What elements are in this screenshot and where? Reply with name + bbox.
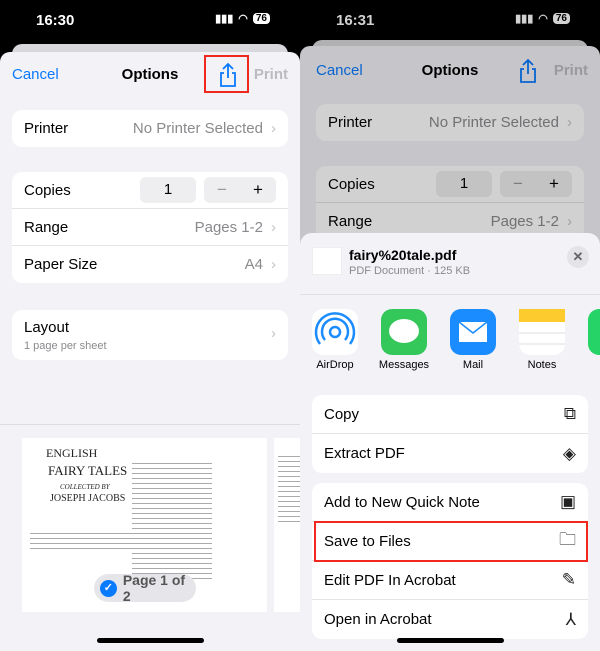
status-bar: 16:30 ▮▮▮ ◠ 76 [0, 12, 300, 32]
signal-icon: ▮▮▮ [215, 13, 234, 25]
range-row[interactable]: Range Pages 1-2 › [12, 209, 288, 246]
share-sheet: fairy%20tale.pdf PDF Document · 125 KB ✕… [300, 233, 600, 651]
chevron-right-icon: › [271, 218, 276, 236]
minus-button[interactable]: − [204, 177, 240, 203]
extract-pdf-action[interactable]: Extract PDF ◈ [312, 434, 588, 473]
preview-text: COLLECTED BY [60, 483, 110, 491]
plus-button[interactable]: + [240, 177, 276, 203]
action-label: Open in Acrobat [324, 611, 432, 628]
copies-input[interactable]: 1 [140, 177, 196, 203]
paper-size-label: Paper Size [24, 256, 98, 273]
home-indicator [97, 638, 204, 643]
highlight-box [314, 521, 588, 562]
w-app-icon[interactable] [588, 309, 600, 355]
wifi-icon: ◠ [238, 13, 248, 25]
layout-row[interactable]: Layout 1 page per sheet › [12, 310, 288, 360]
chevron-right-icon: › [271, 325, 276, 342]
app-label: W [576, 359, 600, 371]
edit-pdf-in-acrobat-action[interactable]: Edit PDF In Acrobat ✎ [312, 561, 588, 600]
actions-group-1: Copy ⧉ Extract PDF ◈ [312, 395, 588, 473]
printer-value: No Printer Selected [132, 120, 263, 137]
acrobat-icon: ⅄ [565, 609, 576, 629]
battery-icon: 76 [252, 13, 270, 24]
home-indicator [397, 638, 504, 643]
copy-action[interactable]: Copy ⧉ [312, 395, 588, 434]
print-settings-card: Copies 1− + Range Pages 1-2 › Paper Size A4 › [12, 172, 288, 283]
range-label: Range [24, 218, 69, 236]
share-sheet-screen: 16:31 ▮▮▮ ◠ 76 Cancel Options Print Printe… [300, 0, 600, 651]
file-meta: PDF Document · 125 KB [349, 265, 471, 277]
app-label: AirDrop [316, 359, 354, 371]
copies-row: Copies 1− + [12, 172, 288, 209]
action-label: Add to New Quick Note [324, 493, 480, 511]
quick-note-icon: ▣ [559, 492, 576, 511]
page-badge-label: Page 1 of 2 [122, 572, 186, 604]
printer-label: Printer [24, 120, 69, 137]
preview-text: FAIRY TALES [48, 463, 128, 478]
edit-icon: ✎ [561, 570, 576, 589]
action-label: Extract PDF [324, 445, 405, 462]
layers-icon: ◈ [562, 443, 576, 463]
airdrop-app-icon[interactable] [312, 309, 358, 355]
messages-app-icon[interactable] [381, 309, 427, 355]
file-name: fairy%20tale.pdf [349, 247, 457, 263]
layout-sub: 1 page per sheet [24, 340, 107, 352]
app-label: Messages [378, 359, 430, 371]
range-value: Pages 1-2 [194, 218, 263, 236]
paper-size-value: A4 [244, 256, 263, 273]
checkmark-icon: ✓ [100, 579, 117, 597]
app-label: Mail [462, 359, 484, 371]
chevron-right-icon: › [271, 120, 276, 137]
highlight-box [204, 55, 249, 93]
action-label: Edit PDF In Acrobat [324, 571, 456, 589]
page-preview-2[interactable] [274, 438, 300, 612]
preview-text: ENGLISH [46, 446, 98, 460]
paper-size-row[interactable]: Paper Size A4 › [12, 246, 288, 283]
print-button[interactable]: Print [254, 66, 288, 83]
chevron-right-icon: › [271, 256, 276, 273]
action-label: Copy [324, 405, 360, 423]
open-in-acrobat-action[interactable]: Open in Acrobat ⅄ [312, 600, 588, 639]
print-options-screen: 16:30 ▮▮▮ ◠ 76 Cancel Options Print Printe… [0, 0, 300, 651]
copies-stepper[interactable]: − + [204, 177, 276, 203]
copies-label: Copies [24, 181, 71, 199]
file-thumbnail [312, 247, 342, 275]
page-badge: ✓ Page 1 of 2 [94, 572, 196, 604]
copy-icon: ⧉ [563, 404, 576, 423]
print-options-sheet: Cancel Options Print Printer No Printer S… [0, 52, 300, 651]
mail-app-icon[interactable] [450, 309, 496, 355]
layout-label: Layout [24, 319, 70, 336]
clock: 16:30 [36, 12, 75, 29]
printer-card[interactable]: Printer No Printer Selected › [12, 110, 288, 147]
app-label: Notes [527, 359, 557, 371]
preview-text: JOSEPH JACOBS [50, 493, 126, 504]
notes-app-icon[interactable] [519, 309, 565, 355]
add-to-new-quick-note-action[interactable]: Add to New Quick Note ▣ [312, 483, 588, 522]
close-button[interactable]: ✕ [567, 246, 589, 268]
